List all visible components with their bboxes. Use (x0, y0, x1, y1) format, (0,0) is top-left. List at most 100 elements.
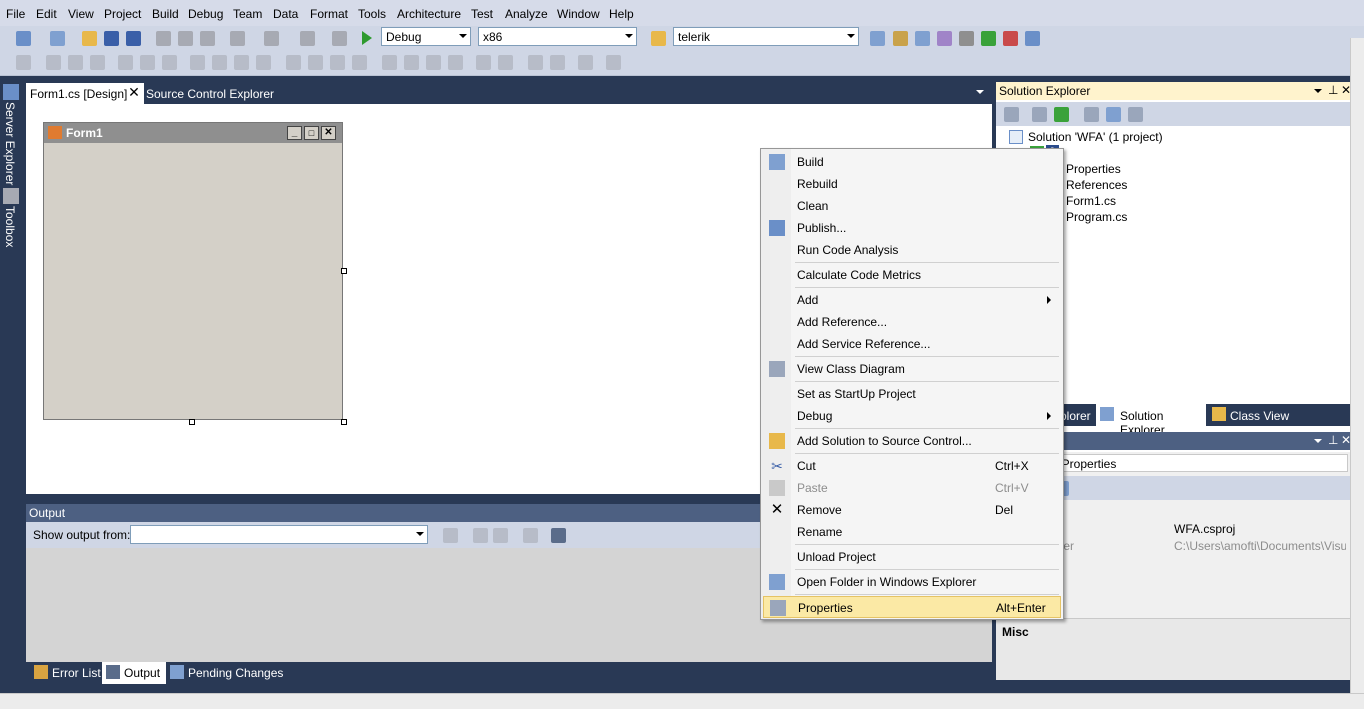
make-same-width-icon[interactable] (190, 55, 205, 70)
tab-dropdown-icon[interactable] (976, 90, 984, 94)
tab-team-explorer[interactable]: olorer (1060, 409, 1091, 423)
menu-item-cut[interactable]: ✂ Cut Ctrl+X (763, 455, 1061, 477)
toolbox-tab[interactable]: Toolbox (3, 206, 17, 247)
menu-item-debug[interactable]: Debug (763, 405, 1061, 427)
previous-message-icon[interactable] (473, 528, 488, 543)
close-icon[interactable]: ✕ (127, 84, 141, 100)
menu-architecture[interactable]: Architecture (397, 7, 461, 21)
menu-item-add-reference[interactable]: Add Reference... (763, 311, 1061, 333)
property-value[interactable]: C:\Users\amofti\Documents\Visual S (1174, 539, 1346, 553)
menu-data[interactable]: Data (273, 7, 298, 21)
property-value[interactable]: WFA.csproj (1174, 522, 1235, 536)
clear-all-icon[interactable] (523, 528, 538, 543)
menu-item-add-service-reference[interactable]: Add Service Reference... (763, 333, 1061, 355)
navigate-forward-icon[interactable] (332, 31, 347, 46)
tree-item-form1[interactable]: Form1.cs (1066, 194, 1116, 208)
server-explorer-tab[interactable]: Server Explorer (3, 102, 17, 185)
make-same-size-icon[interactable] (256, 55, 271, 70)
increase-horizontal-spacing-icon[interactable] (308, 55, 323, 70)
menu-item-calculate-code-metrics[interactable]: Calculate Code Metrics (763, 264, 1061, 286)
tab-pending-changes[interactable]: Pending Changes (166, 662, 289, 684)
menu-build[interactable]: Build (152, 7, 179, 21)
open-file-icon[interactable] (82, 31, 97, 46)
menu-debug[interactable]: Debug (188, 7, 223, 21)
align-to-grid-icon[interactable] (16, 55, 31, 70)
menu-item-paste[interactable]: Paste Ctrl+V (763, 477, 1061, 499)
menu-help[interactable]: Help (609, 7, 634, 21)
save-icon[interactable] (104, 31, 119, 46)
menu-window[interactable]: Window (557, 7, 600, 21)
align-bottoms-icon[interactable] (162, 55, 177, 70)
remove-horizontal-spacing-icon[interactable] (352, 55, 367, 70)
menu-item-add-to-source-control[interactable]: Add Solution to Source Control... (763, 430, 1061, 452)
remove-vertical-spacing-icon[interactable] (448, 55, 463, 70)
menu-item-properties[interactable]: Properties Alt+Enter (763, 596, 1061, 618)
next-message-icon[interactable] (493, 528, 508, 543)
menu-item-rebuild[interactable]: Rebuild (763, 173, 1061, 195)
new-project-icon[interactable] (16, 31, 31, 46)
extension-manager-icon[interactable] (1003, 31, 1018, 46)
tree-solution[interactable]: Solution 'WFA' (1 project) (1028, 130, 1163, 144)
tab-output[interactable]: Output (102, 662, 167, 684)
toolbox-icon[interactable] (937, 31, 952, 46)
view-code-icon[interactable] (1084, 107, 1099, 122)
tab-solution-explorer[interactable]: Solution Explorer (1096, 404, 1206, 437)
vertical-scrollbar[interactable] (1350, 38, 1364, 693)
resize-handle-right[interactable] (341, 268, 347, 274)
pin-icon[interactable]: ⊥ (1328, 83, 1338, 97)
view-designer-icon[interactable] (1106, 107, 1121, 122)
size-to-grid-icon[interactable] (212, 55, 227, 70)
toolbox-icon[interactable] (3, 188, 19, 204)
align-centers-icon[interactable] (68, 55, 83, 70)
tab-class-view[interactable]: Class View (1230, 409, 1289, 423)
menu-item-add[interactable]: Add (763, 289, 1061, 311)
find-combo[interactable]: telerik (673, 27, 859, 46)
tools-icon[interactable] (959, 31, 974, 46)
window-position-icon[interactable] (1314, 89, 1322, 93)
center-horizontally-icon[interactable] (476, 55, 491, 70)
menu-item-remove[interactable]: ✕ Remove Del (763, 499, 1061, 521)
align-lefts-icon[interactable] (46, 55, 61, 70)
resize-handle-bottom[interactable] (189, 419, 195, 425)
tree-item-references[interactable]: References (1066, 178, 1127, 192)
form1-designer[interactable]: Form1 _ □ ✕ (43, 122, 343, 420)
configuration-combo[interactable]: Debug (381, 27, 471, 46)
copy-icon[interactable] (178, 31, 193, 46)
menu-item-build[interactable]: Build (763, 151, 1061, 173)
menu-item-set-startup[interactable]: Set as StartUp Project (763, 383, 1061, 405)
add-item-icon[interactable] (50, 31, 65, 46)
tab-source-control-explorer[interactable]: Source Control Explorer (142, 83, 278, 104)
word-wrap-icon[interactable] (551, 528, 566, 543)
properties-icon[interactable] (1004, 107, 1019, 122)
paste-icon[interactable] (200, 31, 215, 46)
show-output-from-select[interactable] (130, 525, 428, 544)
center-vertically-icon[interactable] (498, 55, 513, 70)
lock-controls-icon[interactable] (606, 55, 621, 70)
send-to-back-icon[interactable] (550, 55, 565, 70)
menu-item-publish[interactable]: Publish... (763, 217, 1061, 239)
object-browser-icon[interactable] (915, 31, 930, 46)
find-in-files-icon[interactable] (651, 31, 666, 46)
menu-tools[interactable]: Tools (358, 7, 386, 21)
refresh-icon[interactable] (1054, 107, 1069, 122)
cut-icon[interactable] (156, 31, 171, 46)
tree-item-program[interactable]: Program.cs (1066, 210, 1127, 224)
command-window-icon[interactable] (1025, 31, 1040, 46)
make-same-height-icon[interactable] (234, 55, 249, 70)
menu-test[interactable]: Test (471, 7, 493, 21)
navigate-backward-icon[interactable] (300, 31, 315, 46)
menu-view[interactable]: View (68, 7, 94, 21)
tab-error-list[interactable]: Error List (30, 662, 107, 684)
menu-format[interactable]: Format (310, 7, 348, 21)
start-debugging-icon[interactable] (362, 31, 372, 45)
undo-icon[interactable] (230, 31, 245, 46)
menu-file[interactable]: File (6, 7, 25, 21)
horizontal-scrollbar[interactable] (0, 693, 1364, 709)
redo-icon[interactable] (264, 31, 279, 46)
bring-to-front-icon[interactable] (528, 55, 543, 70)
menu-project[interactable]: Project (104, 7, 141, 21)
menu-item-run-code-analysis[interactable]: Run Code Analysis (763, 239, 1061, 261)
tab-order-icon[interactable] (578, 55, 593, 70)
menu-analyze[interactable]: Analyze (505, 7, 548, 21)
find-message-icon[interactable] (443, 528, 458, 543)
